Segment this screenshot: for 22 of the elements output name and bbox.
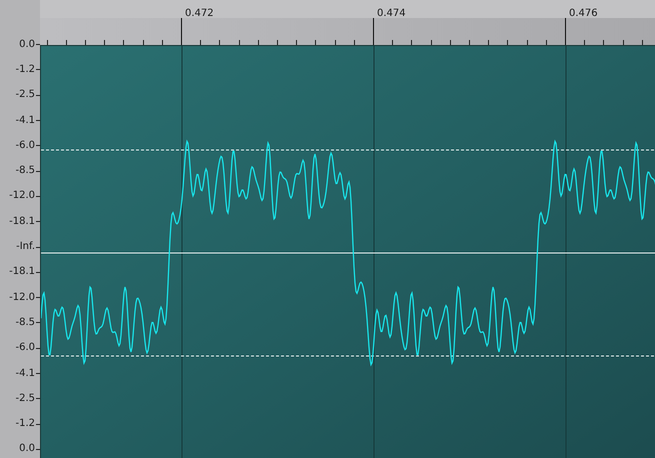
level-label: -8.5 bbox=[15, 166, 35, 176]
level-label: -12.0 bbox=[9, 191, 35, 202]
level-label: -18.1 bbox=[9, 267, 35, 278]
time-label: 0.472 bbox=[185, 9, 214, 19]
level-label: -4.1 bbox=[15, 368, 35, 378]
level-label: -1.2 bbox=[15, 419, 35, 430]
level-label: -Inf. bbox=[16, 242, 35, 252]
level-label: -4.1 bbox=[15, 116, 35, 126]
level-label: -6.0 bbox=[15, 343, 35, 354]
level-label: -8.5 bbox=[15, 318, 35, 328]
time-ruler[interactable]: 0.472 0.474 0.476 bbox=[40, 0, 655, 45]
level-label: 0.0 bbox=[19, 40, 35, 50]
level-label: -18.1 bbox=[9, 216, 35, 227]
level-label: -6.0 bbox=[15, 140, 35, 151]
level-label: -12.0 bbox=[9, 292, 35, 303]
time-label: 0.476 bbox=[569, 9, 598, 19]
level-label: -2.5 bbox=[15, 90, 35, 100]
level-label: -1.2 bbox=[15, 64, 35, 75]
level-label: -2.5 bbox=[15, 394, 35, 404]
level-label: 0.0 bbox=[19, 444, 35, 454]
waveform-panel[interactable] bbox=[40, 45, 655, 458]
time-label: 0.474 bbox=[377, 9, 406, 19]
